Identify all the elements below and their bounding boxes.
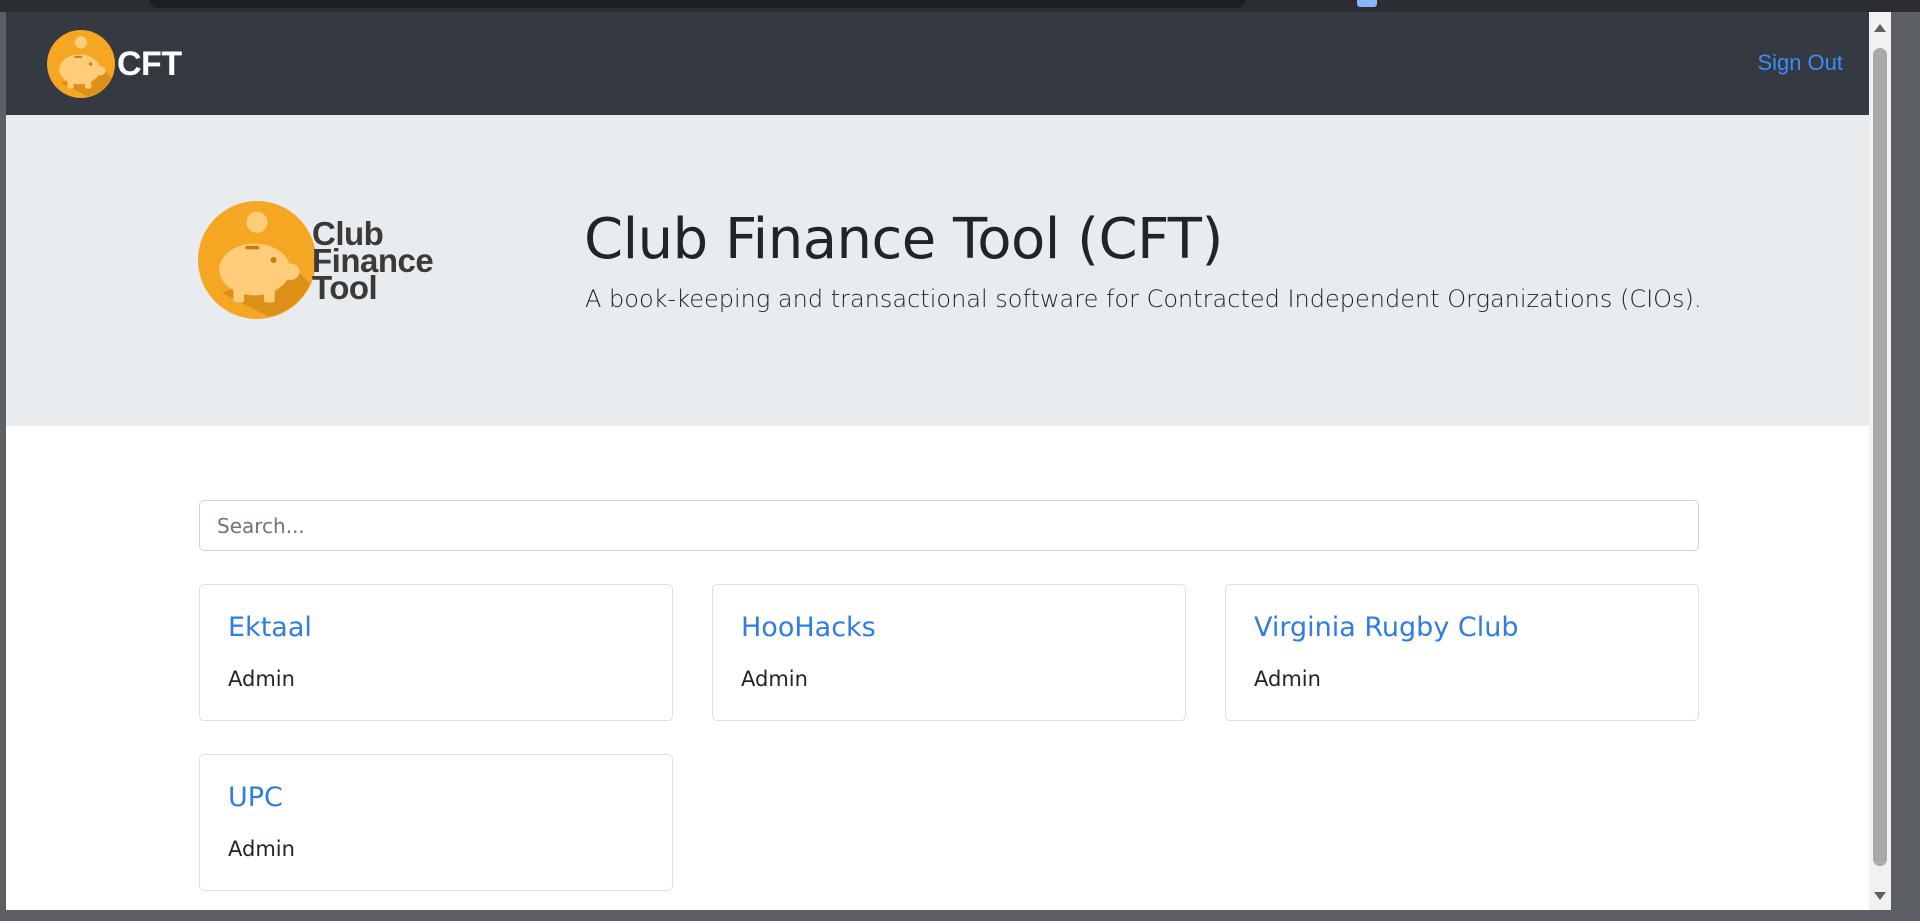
- piggy-bank-icon: [198, 201, 316, 319]
- search-input[interactable]: [199, 500, 1699, 551]
- hero-jumbotron: Club Finance Tool Club Finance Tool (CFT…: [6, 115, 1891, 426]
- piggy-bank-icon: [47, 30, 115, 98]
- scroll-down-arrow-icon[interactable]: [1874, 892, 1886, 900]
- club-link-hoohacks[interactable]: HooHacks: [741, 612, 876, 643]
- window-bottom-edge: [0, 910, 1920, 921]
- club-card: Ektaal Admin: [199, 584, 673, 721]
- club-link-upc[interactable]: UPC: [228, 782, 283, 813]
- page-subtitle: A book-keeping and transactional softwar…: [585, 285, 1702, 313]
- hero-logo: Club Finance Tool: [198, 200, 466, 320]
- navbar-brand[interactable]: CFT: [47, 30, 182, 98]
- scroll-up-arrow-icon[interactable]: [1874, 24, 1886, 32]
- scrollbar-thumb[interactable]: [1873, 48, 1887, 866]
- club-role: Admin: [741, 667, 808, 691]
- extension-badge[interactable]: [1357, 0, 1377, 7]
- sign-out-link[interactable]: Sign Out: [1757, 50, 1843, 76]
- club-card: HooHacks Admin: [712, 584, 1186, 721]
- address-bar[interactable]: [150, 0, 1245, 8]
- brand-name: CFT: [117, 44, 182, 83]
- club-card: Virginia Rugby Club Admin: [1225, 584, 1699, 721]
- hero-logo-wordmark: Club Finance Tool: [312, 217, 434, 304]
- club-role: Admin: [228, 667, 295, 691]
- club-role: Admin: [228, 837, 295, 861]
- page-title: Club Finance Tool (CFT): [584, 207, 1223, 272]
- club-card: UPC Admin: [199, 754, 673, 891]
- browser-chrome: [0, 0, 1920, 12]
- club-link-ektaal[interactable]: Ektaal: [228, 612, 312, 643]
- vertical-scrollbar[interactable]: [1869, 12, 1891, 910]
- page-viewport: CFT Sign Out Club Finance Tool Club Fina…: [6, 12, 1891, 910]
- club-role: Admin: [1254, 667, 1321, 691]
- navbar: CFT Sign Out: [6, 12, 1891, 115]
- club-link-virginia-rugby-club[interactable]: Virginia Rugby Club: [1254, 612, 1519, 643]
